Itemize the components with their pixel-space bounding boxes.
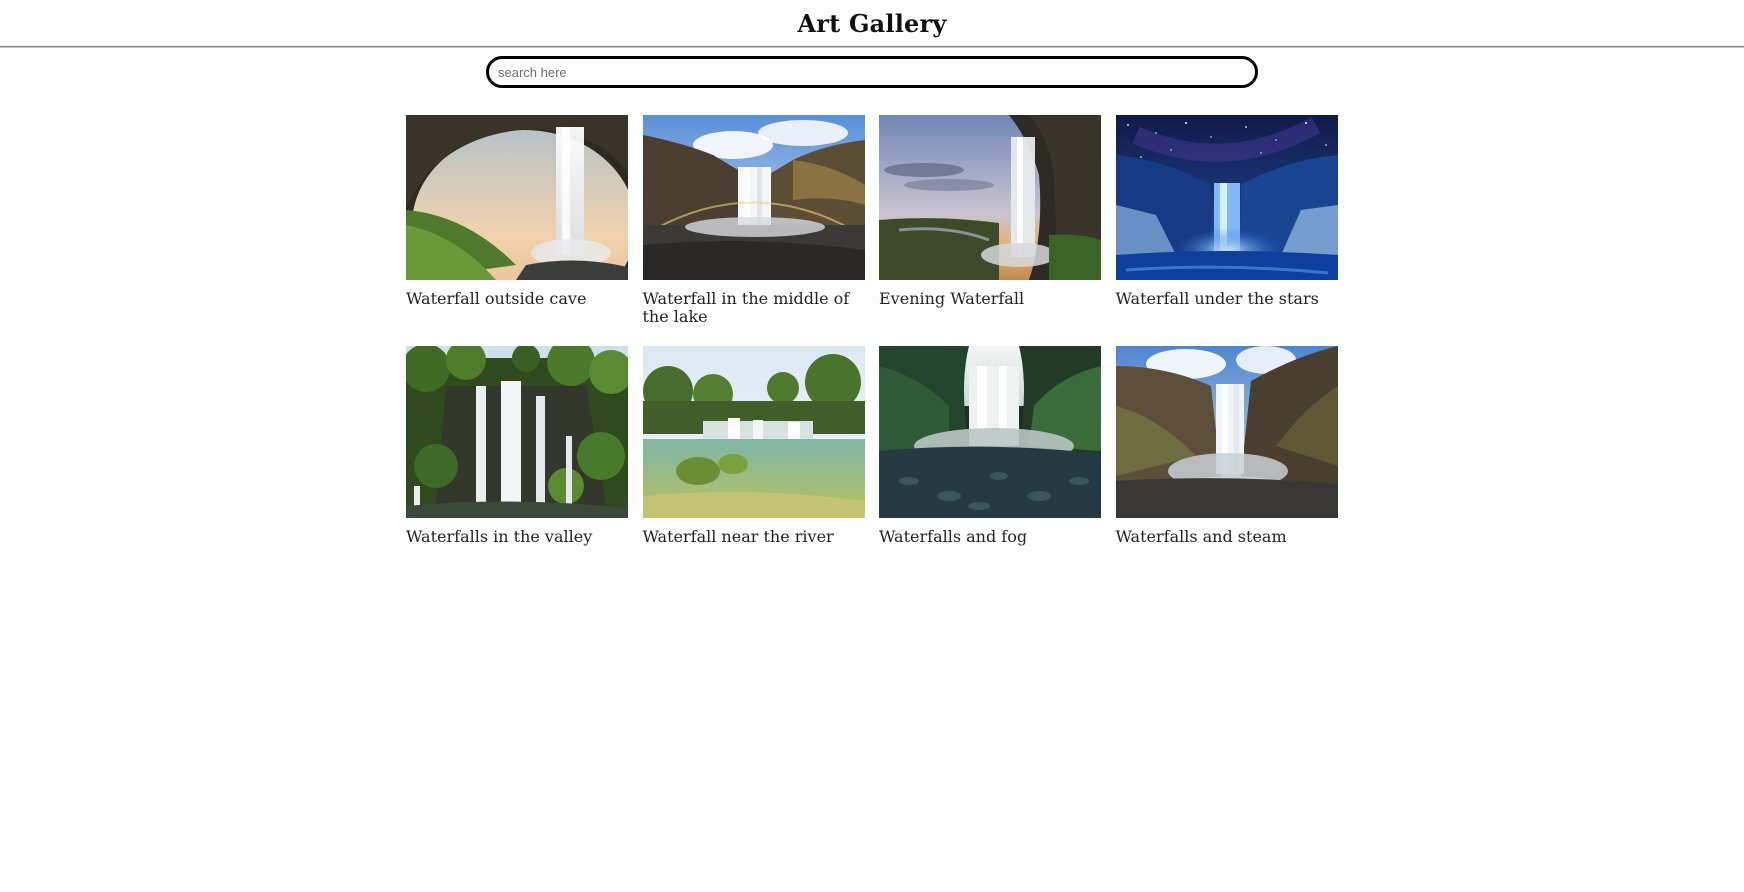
card-caption: Waterfalls and fog <box>879 527 1028 546</box>
gallery-card[interactable]: Waterfalls and fog <box>879 346 1101 546</box>
card-caption: Waterfalls and steam <box>1115 527 1287 546</box>
waterfall-stars-image[interactable] <box>1115 115 1338 280</box>
gallery-card[interactable]: Waterfall in the middle of the lake <box>642 115 865 326</box>
card-caption: Waterfall under the stars <box>1115 289 1319 308</box>
card-caption: Waterfall outside cave <box>406 289 587 308</box>
card-caption: Evening Waterfall <box>879 289 1025 308</box>
evening-waterfall-image[interactable] <box>879 115 1101 280</box>
card-caption: Waterfall near the river <box>642 527 834 546</box>
gallery-card[interactable]: Evening Waterfall <box>879 115 1101 326</box>
page-title: Art Gallery <box>797 8 947 38</box>
waterfall-cave-image[interactable] <box>406 115 628 280</box>
waterfall-lake-image[interactable] <box>642 115 865 280</box>
gallery-card[interactable]: Waterfall near the river <box>642 346 865 546</box>
gallery-card[interactable]: Waterfall outside cave <box>406 115 628 326</box>
gallery-card[interactable]: Waterfalls in the valley <box>406 346 628 546</box>
waterfall-river-image[interactable] <box>642 346 865 518</box>
search-bar <box>0 56 1744 88</box>
waterfalls-fog-image[interactable] <box>879 346 1101 518</box>
page-header: Art Gallery <box>0 0 1744 47</box>
gallery-card[interactable]: Waterfall under the stars <box>1115 115 1338 326</box>
search-input[interactable] <box>486 56 1258 88</box>
waterfalls-steam-image[interactable] <box>1115 346 1338 518</box>
card-caption: Waterfall in the middle of the lake <box>642 289 850 326</box>
waterfalls-valley-image[interactable] <box>406 346 628 518</box>
gallery-grid: Waterfall outside cave Waterfall in the … <box>406 115 1338 546</box>
gallery-card[interactable]: Waterfalls and steam <box>1115 346 1338 546</box>
card-caption: Waterfalls in the valley <box>406 527 593 546</box>
